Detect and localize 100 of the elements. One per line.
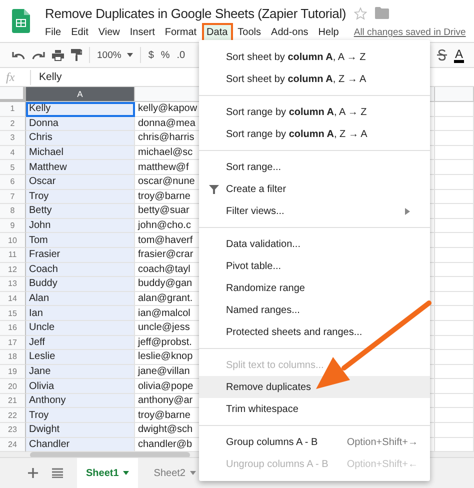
strikethrough-icon[interactable] xyxy=(436,49,447,61)
table-cell xyxy=(435,423,474,438)
menu-item[interactable]: Insert xyxy=(124,23,160,42)
caret-icon xyxy=(122,471,129,475)
row-number[interactable]: 20 xyxy=(0,379,26,394)
menu-item[interactable]: File xyxy=(40,23,66,42)
add-sheet-icon[interactable] xyxy=(28,468,38,478)
column-header[interactable]: A xyxy=(26,87,135,102)
menu-option[interactable]: Sort sheet by column A, Z → A xyxy=(199,68,430,90)
percent-button[interactable]: % xyxy=(160,50,170,60)
table-cell: Buddy xyxy=(26,277,135,292)
redo-icon[interactable] xyxy=(32,50,45,60)
sheet-list-icon[interactable] xyxy=(52,468,63,478)
caret-icon xyxy=(190,471,196,475)
table-cell xyxy=(435,306,474,321)
table-cell xyxy=(435,292,474,306)
table-cell: Kelly xyxy=(26,102,135,117)
table-cell: Tom xyxy=(26,233,135,248)
table-cell xyxy=(435,320,474,336)
spreadsheet-logo-icon[interactable] xyxy=(12,9,30,33)
menu-item[interactable]: Help xyxy=(313,23,344,42)
text-color-button[interactable]: A xyxy=(454,48,464,62)
row-number[interactable]: 19 xyxy=(0,364,26,380)
table-cell: Olivia xyxy=(26,379,135,394)
row-number[interactable]: 2 xyxy=(0,116,26,132)
save-status-link[interactable]: All changes saved in Drive xyxy=(354,27,466,38)
table-cell xyxy=(435,336,474,350)
row-number[interactable]: 18 xyxy=(0,350,26,365)
row-number[interactable]: 15 xyxy=(0,306,26,321)
menu-item[interactable]: View xyxy=(93,23,125,42)
row-number[interactable]: 4 xyxy=(0,146,26,160)
row-number[interactable]: 7 xyxy=(0,190,26,204)
table-cell: Michael xyxy=(26,146,135,160)
table-cell xyxy=(435,131,474,146)
paint-format-icon[interactable] xyxy=(71,49,82,61)
table-cell xyxy=(435,233,474,248)
table-cell xyxy=(435,262,474,278)
row-number[interactable]: 17 xyxy=(0,336,26,350)
decimal-button[interactable]: .0 xyxy=(176,50,186,60)
table-cell: John xyxy=(26,218,135,234)
row-number[interactable]: 22 xyxy=(0,408,26,424)
formula-input[interactable]: Kelly xyxy=(31,71,62,83)
row-number[interactable]: 11 xyxy=(0,248,26,263)
table-cell: Coach xyxy=(26,262,135,278)
table-cell: Chris xyxy=(26,131,135,146)
row-number[interactable]: 24 xyxy=(0,438,26,452)
table-cell: Troy xyxy=(26,408,135,424)
table-cell: Betty xyxy=(26,204,135,219)
filter-icon xyxy=(208,184,218,194)
table-cell xyxy=(435,102,474,117)
table-cell xyxy=(435,174,474,190)
currency-button[interactable]: $ xyxy=(148,50,154,60)
print-icon[interactable] xyxy=(52,50,64,60)
row-number[interactable]: 16 xyxy=(0,320,26,336)
table-cell xyxy=(435,379,474,394)
row-number[interactable]: 12 xyxy=(0,262,26,278)
table-cell xyxy=(435,218,474,234)
undo-icon[interactable] xyxy=(12,50,25,60)
fx-label: fx xyxy=(0,70,31,84)
table-cell: Oscar xyxy=(26,174,135,190)
table-cell: Chandler xyxy=(26,438,135,452)
table-cell: Leslie xyxy=(26,350,135,365)
row-number[interactable]: 5 xyxy=(0,160,26,175)
sheet-tab[interactable]: Sheet1 xyxy=(77,458,138,488)
table-cell: Matthew xyxy=(26,160,135,175)
table-cell xyxy=(435,204,474,219)
star-icon[interactable] xyxy=(354,6,368,20)
table-cell xyxy=(435,350,474,365)
table-cell xyxy=(435,116,474,132)
row-number[interactable]: 8 xyxy=(0,204,26,219)
row-number[interactable]: 14 xyxy=(0,292,26,306)
menu-item[interactable]: Tools xyxy=(232,23,266,42)
table-cell xyxy=(435,160,474,175)
table-cell: Alan xyxy=(26,292,135,306)
row-number[interactable]: 13 xyxy=(0,277,26,292)
menu-option[interactable]: Remove duplicates xyxy=(199,376,430,398)
table-cell xyxy=(435,277,474,292)
menu-option[interactable]: Sort sheet by column A, A → Z xyxy=(199,46,430,68)
row-number[interactable]: 6 xyxy=(0,174,26,190)
table-cell xyxy=(435,408,474,424)
table-cell xyxy=(435,248,474,263)
document-title[interactable]: Remove Duplicates in Google Sheets (Zapier Tutorial) xyxy=(45,6,346,20)
table-cell xyxy=(435,146,474,160)
row-number[interactable]: 3 xyxy=(0,131,26,146)
menu-item[interactable]: Format xyxy=(160,23,202,42)
zoom-dropdown[interactable]: 100% xyxy=(97,50,134,60)
row-number[interactable]: 1 xyxy=(0,102,26,117)
folder-icon[interactable] xyxy=(375,7,390,19)
row-number[interactable]: 10 xyxy=(0,233,26,248)
row-number[interactable]: 23 xyxy=(0,423,26,438)
menu-item[interactable]: Edit xyxy=(66,23,94,42)
row-number[interactable]: 9 xyxy=(0,218,26,234)
menu-item[interactable]: Add-ons xyxy=(266,23,314,42)
table-cell xyxy=(435,190,474,204)
table-cell: Jane xyxy=(26,364,135,380)
row-number[interactable]: 21 xyxy=(0,394,26,408)
table-cell: Donna xyxy=(26,116,135,132)
table-cell: Frasier xyxy=(26,248,135,263)
menu-item[interactable]: Data xyxy=(202,23,233,42)
table-cell: Anthony xyxy=(26,394,135,408)
